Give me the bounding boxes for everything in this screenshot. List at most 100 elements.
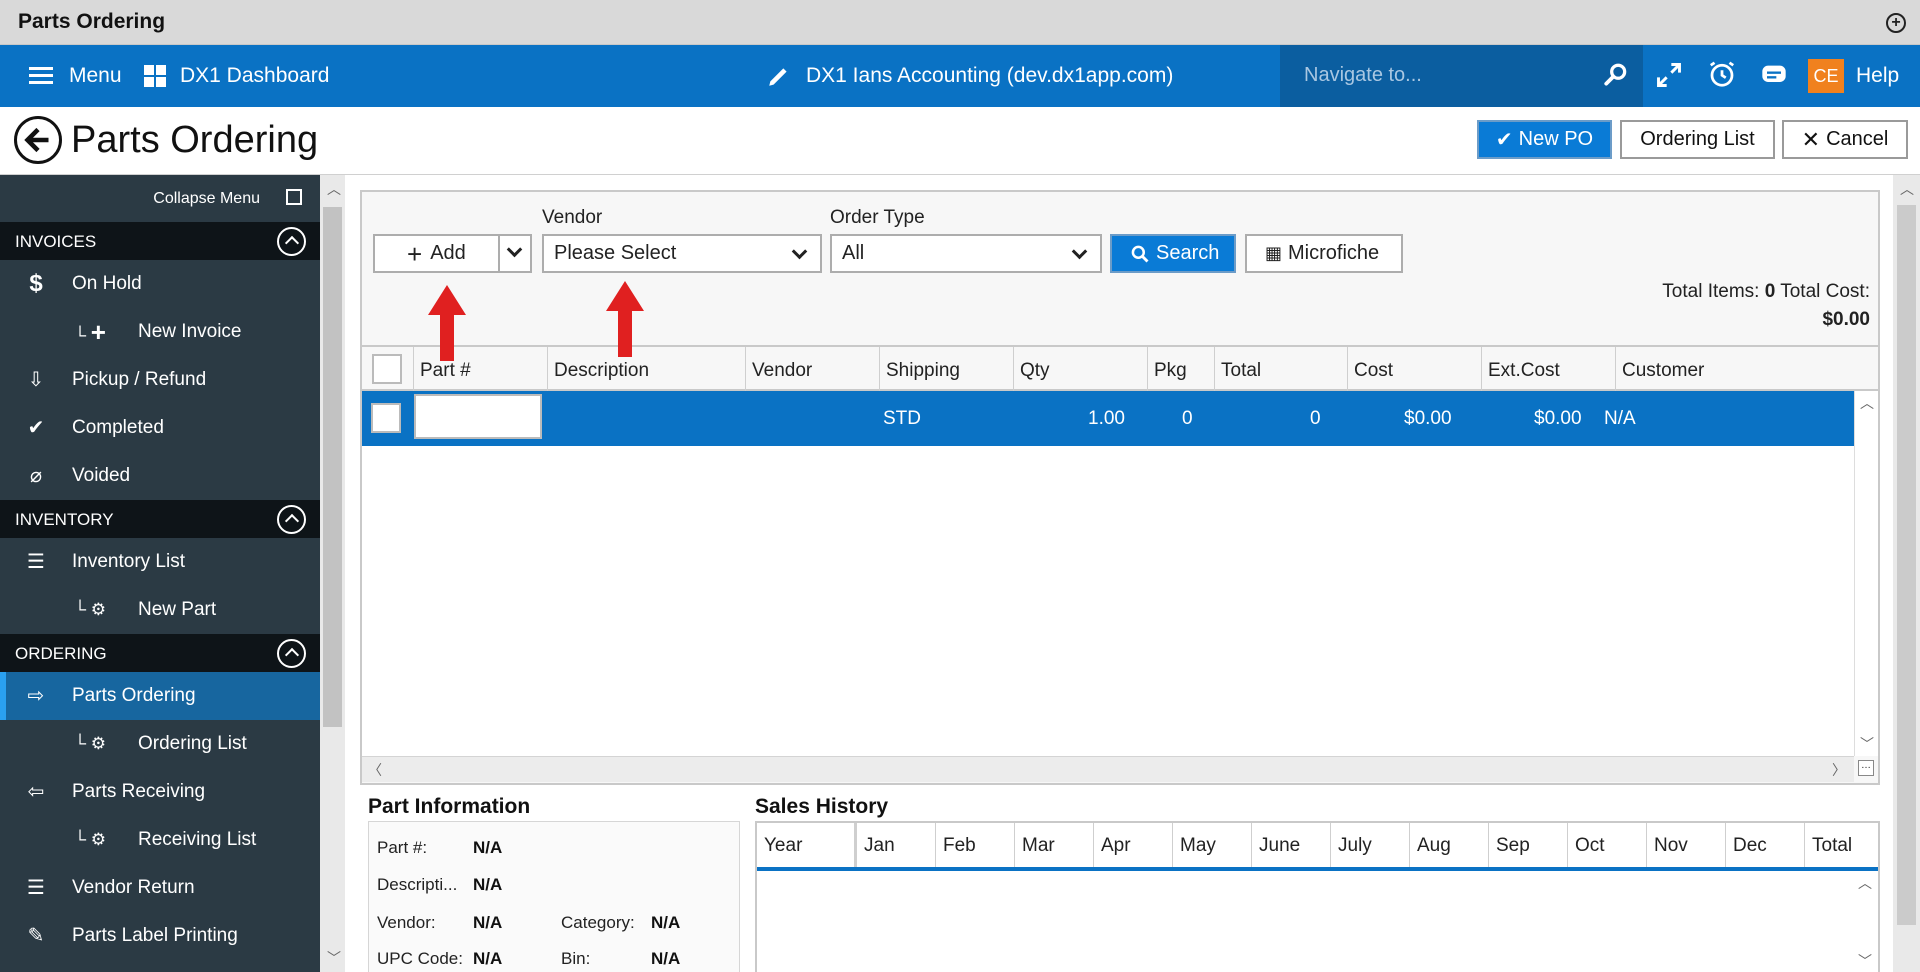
ordering-panel: + Add Vendor Please Select Order Type Al… bbox=[360, 190, 1880, 785]
col-feb[interactable]: Feb bbox=[936, 823, 1015, 867]
add-dropdown-button[interactable] bbox=[498, 234, 532, 273]
collapse-menu-button[interactable]: Collapse Menu bbox=[0, 175, 320, 222]
scroll-up-icon[interactable]: ︿ bbox=[327, 179, 341, 199]
dashboard-button[interactable]: DX1 Dashboard bbox=[144, 45, 329, 107]
sidebar-item-label: Parts Receiving bbox=[72, 781, 206, 802]
scroll-right-icon[interactable]: 〉 bbox=[1832, 760, 1846, 780]
sidebar-item-receiving-list[interactable]: └ ⚙ Receiving List bbox=[0, 816, 320, 864]
add-button[interactable]: + Add bbox=[373, 234, 500, 273]
col-total[interactable]: Total bbox=[1805, 823, 1878, 867]
alarm-clock-icon[interactable] bbox=[1707, 59, 1737, 89]
col-june[interactable]: June bbox=[1252, 823, 1331, 867]
col-customer[interactable]: Customer bbox=[1616, 347, 1878, 391]
scrollbar-thumb[interactable] bbox=[1897, 205, 1916, 925]
sidebar-item-parts-ordering[interactable]: ⇨ Parts Ordering bbox=[0, 672, 320, 720]
page-scrollbar[interactable]: ︿ bbox=[1893, 175, 1920, 972]
section-ordering[interactable]: ORDERING bbox=[0, 634, 320, 672]
order-type-select-value: All bbox=[842, 242, 865, 264]
search-label: Search bbox=[1156, 242, 1220, 264]
section-invoices[interactable]: INVOICES bbox=[0, 222, 320, 260]
chevron-up-icon[interactable] bbox=[277, 505, 306, 534]
sidebar-item-voided[interactable]: ⌀ Voided bbox=[0, 452, 320, 500]
back-button[interactable] bbox=[14, 116, 62, 164]
col-aug[interactable]: Aug bbox=[1410, 823, 1489, 867]
col-may[interactable]: May bbox=[1173, 823, 1252, 867]
annotation-arrow-icon bbox=[606, 281, 644, 357]
sidebar-item-new-part[interactable]: └ ⚙ New Part bbox=[0, 586, 320, 634]
sidebar-item-ordering-list[interactable]: └ ⚙ Ordering List bbox=[0, 720, 320, 768]
more-options-icon[interactable]: … bbox=[1858, 760, 1874, 776]
sidebar-item-new-invoice[interactable]: └ + New Invoice bbox=[0, 308, 320, 356]
col-qty[interactable]: Qty bbox=[1014, 347, 1148, 391]
sidebar-item-parts-label-printing[interactable]: ✎ Parts Label Printing bbox=[0, 912, 320, 960]
expand-icon[interactable] bbox=[1655, 61, 1683, 89]
section-ordering-label: ORDERING bbox=[15, 644, 107, 663]
add-window-icon[interactable]: + bbox=[1886, 13, 1906, 33]
col-mar[interactable]: Mar bbox=[1015, 823, 1094, 867]
plus-icon: └ + bbox=[74, 317, 106, 347]
sidebar-item-vendor-return[interactable]: ☰ Vendor Return bbox=[0, 864, 320, 912]
section-inventory[interactable]: INVENTORY bbox=[0, 500, 320, 538]
col-pkg[interactable]: Pkg bbox=[1148, 347, 1215, 391]
col-year[interactable]: Year bbox=[757, 823, 857, 867]
cancel-button[interactable]: ✕ Cancel bbox=[1782, 120, 1908, 159]
col-oct[interactable]: Oct bbox=[1568, 823, 1647, 867]
user-avatar[interactable]: CE bbox=[1808, 59, 1844, 93]
table-row[interactable]: STD 1.00 0 0 $0.00 $0.00 N/A bbox=[362, 391, 1854, 446]
sidebar-item-pickup-refund[interactable]: ⇩ Pickup / Refund bbox=[0, 356, 320, 404]
grid-horizontal-scrollbar[interactable]: 〈 〉 bbox=[362, 756, 1854, 782]
col-sep[interactable]: Sep bbox=[1489, 823, 1568, 867]
sidebar-scrollbar[interactable]: ︿ ﹀ bbox=[320, 175, 345, 972]
order-type-select[interactable]: All bbox=[830, 234, 1102, 273]
chevron-up-icon[interactable] bbox=[277, 639, 306, 668]
search-icon[interactable] bbox=[1603, 62, 1629, 88]
upc-value: N/A bbox=[473, 949, 503, 968]
scroll-down-icon[interactable]: ﹀ bbox=[1858, 951, 1872, 971]
col-extcost[interactable]: Ext.Cost bbox=[1482, 347, 1616, 391]
col-apr[interactable]: Apr bbox=[1094, 823, 1173, 867]
vendor-select[interactable]: Please Select bbox=[542, 234, 822, 273]
receive-icon: ⇦ bbox=[27, 781, 45, 803]
col-jan[interactable]: Jan bbox=[857, 823, 936, 867]
navigate-search-box[interactable]: Navigate to... bbox=[1280, 45, 1643, 107]
grid-vertical-scrollbar[interactable]: ︿ ﹀ bbox=[1854, 391, 1878, 756]
col-description[interactable]: Description bbox=[548, 347, 746, 391]
new-po-button[interactable]: ✔ New PO bbox=[1477, 120, 1612, 159]
chat-icon[interactable] bbox=[1759, 61, 1789, 89]
col-vendor[interactable]: Vendor bbox=[746, 347, 880, 391]
sidebar: Collapse Menu INVOICES $ On Hold └ + New… bbox=[0, 175, 320, 972]
row-checkbox[interactable] bbox=[371, 403, 401, 433]
sidebar-item-on-hold[interactable]: $ On Hold bbox=[0, 260, 320, 308]
chevron-down-icon bbox=[1071, 243, 1088, 260]
microfiche-button[interactable]: ▦ Microfiche bbox=[1245, 234, 1403, 273]
scroll-up-icon[interactable]: ︿ bbox=[1858, 873, 1872, 893]
col-cost[interactable]: Cost bbox=[1348, 347, 1482, 391]
col-shipping[interactable]: Shipping bbox=[880, 347, 1014, 391]
scroll-left-icon[interactable]: 〈 bbox=[368, 760, 382, 780]
col-nov[interactable]: Nov bbox=[1647, 823, 1726, 867]
scroll-up-icon[interactable]: ︿ bbox=[1900, 179, 1914, 199]
search-button[interactable]: Search bbox=[1110, 234, 1236, 273]
sidebar-item-parts-receiving[interactable]: ⇦ Parts Receiving bbox=[0, 768, 320, 816]
ordering-list-button[interactable]: Ordering List bbox=[1620, 120, 1775, 159]
part-number-input[interactable] bbox=[414, 394, 542, 439]
col-dec[interactable]: Dec bbox=[1726, 823, 1805, 867]
scrollbar-thumb[interactable] bbox=[323, 207, 342, 727]
chevron-up-icon[interactable] bbox=[277, 227, 306, 256]
scroll-down-icon[interactable]: ﹀ bbox=[327, 948, 341, 968]
navigate-input[interactable]: Navigate to... bbox=[1304, 64, 1422, 87]
select-all-checkbox[interactable] bbox=[372, 354, 402, 384]
sidebar-item-label: Ordering List bbox=[138, 733, 247, 754]
row-customer: N/A bbox=[1604, 408, 1636, 429]
col-total[interactable]: Total bbox=[1215, 347, 1348, 391]
scroll-down-icon[interactable]: ﹀ bbox=[1860, 734, 1874, 754]
col-july[interactable]: July bbox=[1331, 823, 1410, 867]
account-switcher[interactable]: DX1 Ians Accounting (dev.dx1app.com) bbox=[766, 45, 1173, 107]
sidebar-item-inventory-list[interactable]: ☰ Inventory List bbox=[0, 538, 320, 586]
collapse-menu-label: Collapse Menu bbox=[153, 190, 260, 207]
scroll-up-icon[interactable]: ︿ bbox=[1860, 393, 1874, 413]
chevron-down-icon bbox=[506, 241, 523, 258]
sidebar-item-completed[interactable]: ✔ Completed bbox=[0, 404, 320, 452]
help-link[interactable]: Help bbox=[1856, 45, 1899, 107]
menu-button[interactable]: Menu bbox=[29, 45, 122, 107]
